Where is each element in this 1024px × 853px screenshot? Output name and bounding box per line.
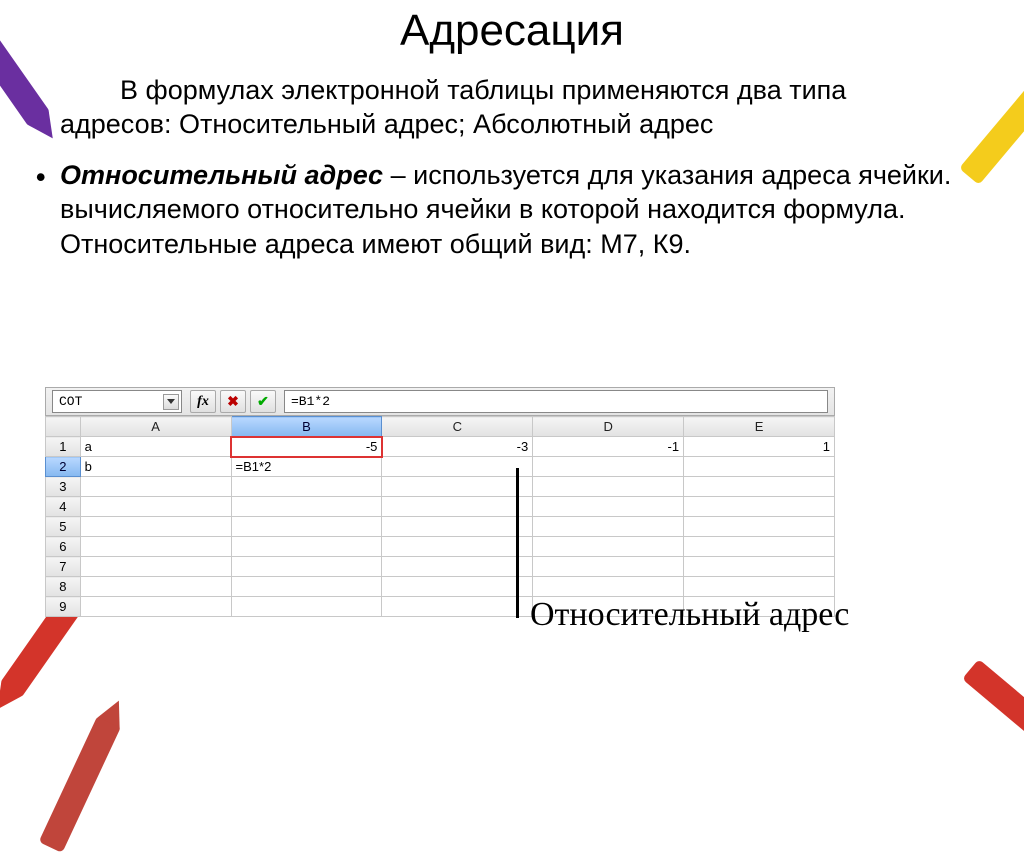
decor-crayon-red-tilted [39,715,122,853]
row-4: 4 [46,497,835,517]
bullet-dash: – [383,160,413,190]
cell-C9[interactable] [382,597,533,617]
row-header-3[interactable]: 3 [46,477,81,497]
cell-C1[interactable]: -3 [382,437,533,457]
cell-A5[interactable] [80,517,231,537]
row-3: 3 [46,477,835,497]
cell-D6[interactable] [533,537,684,557]
cell-C4[interactable] [382,497,533,517]
cell-B6[interactable] [231,537,382,557]
cell-B8[interactable] [231,577,382,597]
name-box[interactable]: COT [52,390,182,413]
col-header-D[interactable]: D [533,417,684,437]
cell-A1[interactable]: a [80,437,231,457]
cell-E2[interactable] [684,457,835,477]
name-box-dropdown-icon[interactable] [163,394,179,410]
row-8: 8 [46,577,835,597]
cell-A6[interactable] [80,537,231,557]
row-header-7[interactable]: 7 [46,557,81,577]
row-header-1[interactable]: 1 [46,437,81,457]
decor-crayon-red-bottom [962,659,1024,769]
row-6: 6 [46,537,835,557]
slide: Адресация В формулах электронной таблицы… [0,0,1024,767]
cancel-button[interactable]: ✖ [220,390,246,413]
cell-B1[interactable]: -5 [231,437,382,457]
corner-cell[interactable] [46,417,81,437]
spreadsheet-grid: A B C D E 1 a -5 -3 -1 1 2 b [45,416,835,617]
cell-E6[interactable] [684,537,835,557]
cell-C6[interactable] [382,537,533,557]
cell-C7[interactable] [382,557,533,577]
callout-pointer-line [516,468,519,618]
slide-title: Адресация [0,0,1024,56]
name-box-value: COT [59,394,82,409]
bullet-marker: • [36,158,60,262]
cell-D7[interactable] [533,557,684,577]
col-header-C[interactable]: C [382,417,533,437]
row-header-8[interactable]: 8 [46,577,81,597]
cell-A2[interactable]: b [80,457,231,477]
cell-B7[interactable] [231,557,382,577]
cell-D1[interactable]: -1 [533,437,684,457]
col-header-A[interactable]: A [80,417,231,437]
row-header-9[interactable]: 9 [46,597,81,617]
formula-bar: COT fx ✖ ✔ =B1*2 [45,387,835,416]
cell-E3[interactable] [684,477,835,497]
cell-B4[interactable] [231,497,382,517]
row-2: 2 b =B1*2 [46,457,835,477]
cell-E7[interactable] [684,557,835,577]
row-header-2[interactable]: 2 [46,457,81,477]
cell-E5[interactable] [684,517,835,537]
cell-E1[interactable]: 1 [684,437,835,457]
row-header-5[interactable]: 5 [46,517,81,537]
row-1: 1 a -5 -3 -1 1 [46,437,835,457]
cell-D4[interactable] [533,497,684,517]
cell-C5[interactable] [382,517,533,537]
cell-A4[interactable] [80,497,231,517]
cell-D2[interactable] [533,457,684,477]
bullet-text: Относительный адрес – используется для у… [60,158,964,262]
callout-label: Относительный адрес [530,596,849,634]
cell-B5[interactable] [231,517,382,537]
intro-paragraph: В формулах электронной таблицы применяют… [0,56,1024,152]
cell-B2[interactable]: =B1*2 [231,457,382,477]
accept-button[interactable]: ✔ [250,390,276,413]
col-header-B[interactable]: B [231,417,382,437]
cell-E8[interactable] [684,577,835,597]
cell-C2[interactable] [382,457,533,477]
col-header-E[interactable]: E [684,417,835,437]
row-header-4[interactable]: 4 [46,497,81,517]
cell-A8[interactable] [80,577,231,597]
cell-A7[interactable] [80,557,231,577]
cell-A9[interactable] [80,597,231,617]
bullet-term: Относительный адрес [60,160,383,190]
spreadsheet-screenshot: COT fx ✖ ✔ =B1*2 A B C D E [45,387,835,617]
function-wizard-button[interactable]: fx [190,390,216,413]
cell-C3[interactable] [382,477,533,497]
cell-B3[interactable] [231,477,382,497]
cell-D5[interactable] [533,517,684,537]
row-header-6[interactable]: 6 [46,537,81,557]
cell-A3[interactable] [80,477,231,497]
cell-E4[interactable] [684,497,835,517]
row-7: 7 [46,557,835,577]
bullet-item: • Относительный адрес – используется для… [0,152,1024,262]
column-header-row: A B C D E [46,417,835,437]
cell-D8[interactable] [533,577,684,597]
cell-D3[interactable] [533,477,684,497]
cell-B9[interactable] [231,597,382,617]
row-5: 5 [46,517,835,537]
formula-input[interactable]: =B1*2 [284,390,828,413]
cell-C8[interactable] [382,577,533,597]
